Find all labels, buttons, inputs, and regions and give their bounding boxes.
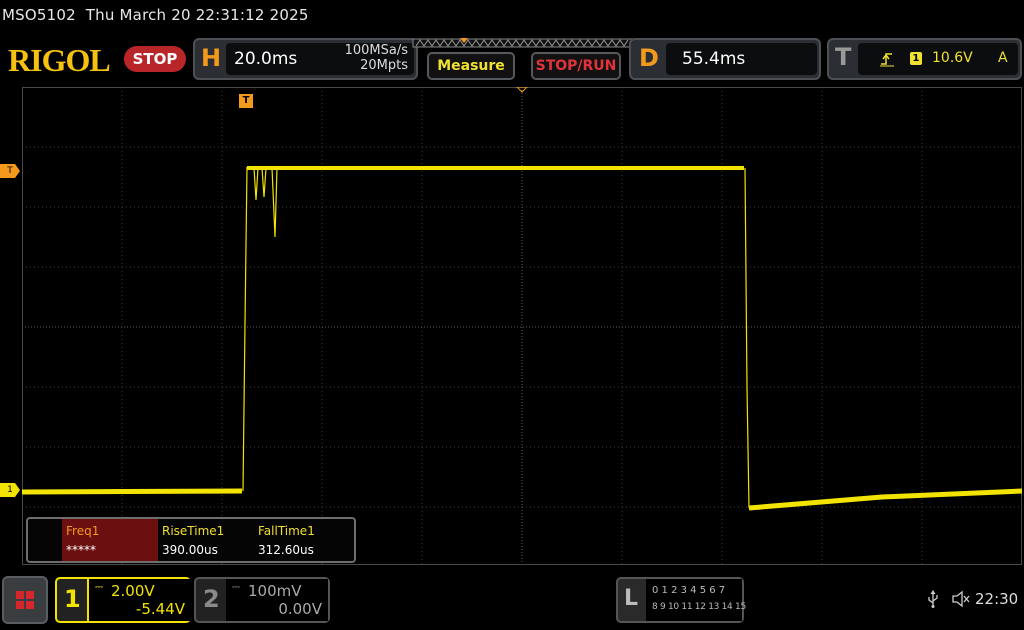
ch1-panel[interactable]: 1 ⎓ 2.00V -5.44V [55,577,191,623]
ch2-scale: 100mV [248,582,302,600]
trigger-level-marker[interactable]: T [0,164,20,178]
ch2-number: 2 [203,585,220,613]
rising-edge-icon [880,53,894,67]
waveform-display[interactable] [22,87,1022,565]
logic-readout: 0 1 2 3 4 5 6 7 8 9 10 11 12 13 14 15 [646,579,746,621]
brand-logo: RIGOL [8,42,111,78]
sample-rate: 100MSa/s [344,43,408,58]
ch1-readout: ⎓ 2.00V -5.44V [87,579,191,621]
delay-panel[interactable]: D 55.4ms [629,38,821,80]
memory-depth: 20Mpts [360,58,408,73]
trigger-panel[interactable]: T 1 10.6V A [827,38,1022,80]
trigger-level: 10.6V [932,50,973,66]
ch1-number: 1 [64,585,81,613]
logic-letter: L [624,586,639,611]
horizontal-panel[interactable]: H 20.0ms 100MSa/s 20Mpts [193,38,418,80]
measurement-value: 390.00us [162,543,218,557]
horizontal-display: 20.0ms 100MSa/s 20Mpts [226,43,414,75]
trigger-position-marker[interactable]: T [239,94,253,108]
trigger-source: 1 [910,52,922,65]
ch1-ground-label: 1 [7,485,13,495]
logic-channels-row2: 8 9 10 11 12 13 14 15 [652,602,746,612]
stop-run-button[interactable]: STOP/RUN [531,52,621,80]
trigger-letter: T [835,43,852,71]
speaker-muted-icon[interactable] [951,590,971,608]
ch2-readout: ⎓ 100mV 0.00V [226,579,328,621]
ch1-ground-marker[interactable]: 1 [0,483,20,497]
measurement-risetime[interactable]: RiseTime1 390.00us [158,519,254,561]
menu-grid-icon [16,591,34,609]
timebase-value: 20.0ms [234,49,298,69]
menu-button[interactable] [2,576,48,624]
clock-time: 22:30 [975,590,1019,608]
dc-coupling-icon: ⎓ [232,582,240,593]
measure-button[interactable]: Measure [427,52,515,80]
usb-icon [928,590,938,608]
delay-value: 55.4ms [682,49,746,69]
delay-display: 55.4ms [666,43,817,75]
delay-letter: D [639,44,659,72]
measure-button-label: Measure [437,58,505,74]
measurement-value: 312.60us [258,543,314,557]
dc-coupling-icon: ⎓ [95,582,103,593]
ch2-panel[interactable]: 2 ⎓ 100mV 0.00V [194,577,330,623]
measurement-name: FallTime1 [258,524,315,538]
stop-run-button-label: STOP/RUN [535,58,617,74]
logic-channels-row1: 0 1 2 3 4 5 6 7 [652,585,726,596]
measurement-falltime[interactable]: FallTime1 312.60us [254,519,350,561]
trigger-display: 1 10.6V A [858,43,1018,75]
ch2-offset: 0.00V [278,600,322,618]
measurement-name: RiseTime1 [162,524,225,538]
logic-panel[interactable]: L 0 1 2 3 4 5 6 7 8 9 10 11 12 13 14 15 [616,577,746,623]
trigger-level-label: T [7,166,13,176]
ch1-scale: 2.00V [111,582,155,600]
title-bar: MSO5102 Thu March 20 22:31:12 2025 [2,6,309,24]
measurement-name: Freq1 [66,524,100,538]
memory-position-bar [412,38,634,48]
run-state-badge[interactable]: STOP [124,46,186,72]
model-name: MSO5102 [2,6,76,24]
trigger-mode: A [998,50,1008,66]
ch1-offset: -5.44V [135,600,185,618]
datetime: Thu March 20 22:31:12 2025 [85,6,309,24]
trigger-position-label: T [242,95,250,106]
horizontal-letter: H [201,44,222,72]
measurement-panel[interactable]: Freq1 ***** RiseTime1 390.00us FallTime1… [26,517,356,563]
measurement-freq[interactable]: Freq1 ***** [62,519,158,561]
measurement-value: ***** [66,543,96,557]
